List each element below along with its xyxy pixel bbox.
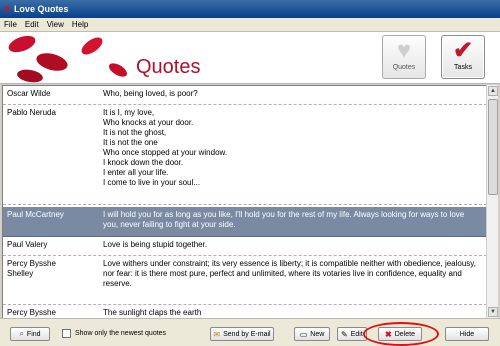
quote-author: Pablo Neruda: [7, 108, 56, 117]
rose-petals-image: [8, 35, 128, 83]
quote-author: Oscar Wilde: [7, 89, 51, 98]
quote-text: Who, being loved, is poor?: [103, 89, 198, 98]
new-label: New: [310, 330, 325, 338]
show-newest-checkbox[interactable]: Show only the newest quotes: [62, 329, 166, 338]
vertical-scrollbar[interactable]: ▲ ▼: [486, 85, 498, 318]
menu-file[interactable]: File: [4, 20, 17, 29]
quotes-tab-button[interactable]: ♥ Quotes: [382, 35, 426, 79]
bottom-toolbar: ⌕ Find Show only the newest quotes ✉ Sen…: [0, 318, 500, 346]
send-email-button[interactable]: ✉ Send by E-mail: [210, 327, 274, 341]
quote-text: Love withers under constraint; its very …: [103, 259, 476, 288]
list-item[interactable]: Oscar Wilde Who, being loved, is poor?: [3, 86, 486, 105]
delete-highlight-circle: [363, 322, 439, 346]
list-item[interactable]: Paul Valery Love is being stupid togethe…: [3, 237, 486, 256]
quotes-list[interactable]: Oscar Wilde Who, being loved, is poor? P…: [2, 85, 486, 318]
scroll-down-icon[interactable]: ▼: [488, 307, 498, 317]
menu-help[interactable]: Help: [72, 20, 88, 29]
heart-icon: ♥: [396, 37, 412, 64]
quote-text: Love is being stupid together.: [103, 240, 208, 249]
header-banner: Quotes ♥ Quotes ✔ Tasks: [0, 32, 500, 84]
hide-label: Hide: [459, 330, 475, 338]
quote-author: Percy Bysshe Shelley: [7, 259, 56, 278]
title-bar: ♥ Love Quotes: [0, 0, 500, 18]
list-item[interactable]: Percy Bysshe The sunlight claps the eart…: [3, 305, 486, 318]
new-document-icon: ▭: [299, 329, 308, 339]
quote-text: The sunlight claps the earth: [103, 308, 202, 317]
list-item-selected[interactable]: Paul McCartney I will hold you for as lo…: [3, 207, 486, 237]
hide-button[interactable]: Hide: [445, 327, 489, 341]
quote-author: Percy Bysshe: [7, 308, 56, 317]
quote-text: It is I, my love, Who knocks at your doo…: [103, 108, 228, 187]
new-button[interactable]: ▭ New: [294, 327, 330, 341]
list-item[interactable]: Percy Bysshe Shelley Love withers under …: [3, 256, 486, 305]
show-newest-label: Show only the newest quotes: [75, 330, 167, 337]
find-button[interactable]: ⌕ Find: [10, 327, 50, 341]
tasks-tab-button[interactable]: ✔ Tasks: [441, 35, 485, 79]
find-label: Find: [26, 330, 41, 338]
quote-text: I will hold you for as long as you like,…: [103, 210, 465, 229]
window-title: Love Quotes: [13, 4, 69, 14]
scroll-up-icon[interactable]: ▲: [488, 86, 498, 96]
list-item[interactable]: Pablo Neruda It is I, my love, Who knock…: [3, 105, 486, 205]
checkbox[interactable]: [62, 329, 71, 338]
quote-author: Paul McCartney: [7, 210, 64, 219]
heart-icon: ♥: [4, 3, 10, 15]
tasks-tab-label: Tasks: [454, 64, 472, 71]
quotes-tab-label: Quotes: [392, 64, 416, 71]
scrollbar-thumb[interactable]: [488, 99, 498, 195]
search-icon: ⌕: [19, 329, 24, 338]
menu-edit[interactable]: Edit: [25, 20, 39, 29]
menu-view[interactable]: View: [47, 20, 64, 29]
checkmark-icon: ✔: [452, 37, 474, 64]
pencil-icon: ✎: [341, 329, 348, 339]
send-email-label: Send by E-mail: [223, 330, 271, 338]
envelope-icon: ✉: [213, 329, 221, 339]
edit-label: Edit: [350, 330, 363, 338]
menu-bar: File Edit View Help: [0, 18, 500, 32]
quote-author: Paul Valery: [7, 240, 48, 249]
page-title: Quotes: [136, 56, 201, 78]
